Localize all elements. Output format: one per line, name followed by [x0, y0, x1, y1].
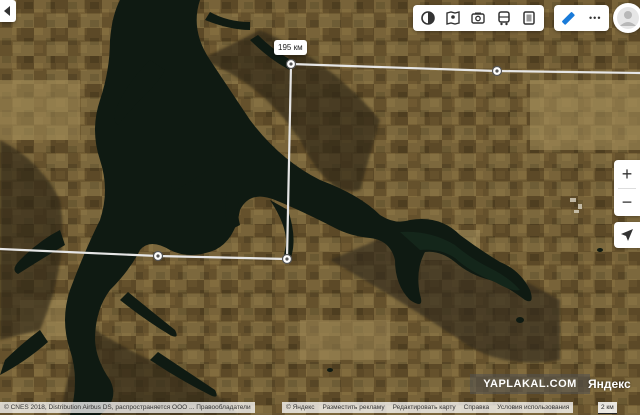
locate-arrow-icon [621, 229, 633, 241]
user-avatar-button[interactable] [613, 3, 640, 33]
chevron-left-icon [4, 6, 10, 16]
footer-link-edit-map[interactable]: Редактировать карту [393, 402, 456, 413]
map-tools-toolbar: ••• [554, 5, 609, 31]
imagery-copyright: © CNES 2018, Distribution Airbus DS, рас… [0, 402, 255, 413]
ruler-distance-label: 195 км [274, 40, 307, 55]
footer-link-help[interactable]: Справка [464, 402, 490, 413]
zoom-control: + − [614, 160, 640, 216]
footer-link-terms[interactable]: Условия использования [497, 402, 569, 413]
photos-button[interactable] [466, 7, 490, 29]
footer-link-advertise[interactable]: Разместить рекламу [322, 402, 384, 413]
footer-link-copyright[interactable]: © Яндекс [286, 402, 314, 413]
map-layers-toolbar [413, 5, 544, 31]
ruler-button[interactable] [556, 7, 580, 29]
camera-icon [471, 12, 486, 24]
zoom-out-button[interactable]: − [614, 189, 640, 217]
layers-icon [420, 11, 435, 25]
traffic-button[interactable] [517, 7, 541, 29]
transit-button[interactable] [492, 7, 516, 29]
yandex-logo: Яндекс [588, 377, 631, 391]
traffic-icon [523, 11, 535, 25]
more-icon: ••• [589, 13, 602, 23]
user-icon [617, 7, 639, 29]
geolocation-button[interactable] [614, 222, 640, 248]
footer-links: © Яндекс Разместить рекламу Редактироват… [282, 402, 574, 413]
layers-button[interactable] [416, 7, 440, 29]
panorama-button[interactable] [441, 7, 465, 29]
scale-bar: 2 км [598, 402, 617, 414]
watermark: YAPLAKAL.COM [470, 374, 590, 394]
ruler-icon [561, 12, 575, 25]
zoom-in-button[interactable]: + [614, 160, 640, 188]
bus-icon [498, 11, 510, 26]
collapse-sidebar-button[interactable] [0, 0, 16, 22]
panorama-icon [446, 11, 460, 25]
more-button[interactable]: ••• [583, 7, 607, 29]
satellite-map[interactable] [0, 0, 640, 415]
